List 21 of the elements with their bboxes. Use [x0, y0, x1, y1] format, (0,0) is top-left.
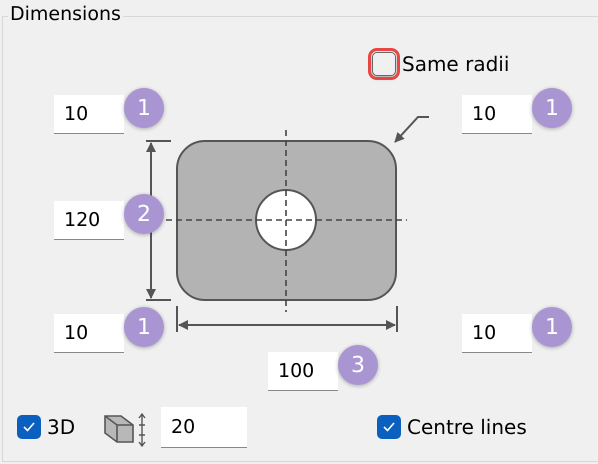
number-badge: 1	[124, 88, 164, 128]
thickness-field[interactable]: 20	[161, 407, 247, 448]
number-field[interactable]: 10	[462, 95, 532, 134]
check-icon	[22, 421, 36, 433]
checkbox[interactable]	[17, 415, 41, 439]
checkbox-label: 3D	[47, 415, 76, 439]
number-field[interactable]: 10	[462, 314, 532, 353]
number-badge: 3	[338, 345, 378, 385]
check-icon	[382, 421, 396, 433]
number-field[interactable]: 10	[54, 314, 124, 353]
number-badge: 2	[124, 194, 164, 234]
checkbox-label: Same radii	[402, 52, 510, 76]
number-field[interactable]: 120	[54, 201, 124, 240]
number-badge: 1	[532, 307, 572, 347]
number-badge: 1	[124, 307, 164, 347]
number-field[interactable]: 100	[268, 352, 338, 391]
number-field[interactable]: 10	[54, 95, 124, 134]
checkbox[interactable]	[377, 415, 401, 439]
number-badge: 1	[532, 88, 572, 128]
checkbox-label: Centre lines	[407, 415, 527, 439]
leader-arrow	[394, 116, 429, 143]
